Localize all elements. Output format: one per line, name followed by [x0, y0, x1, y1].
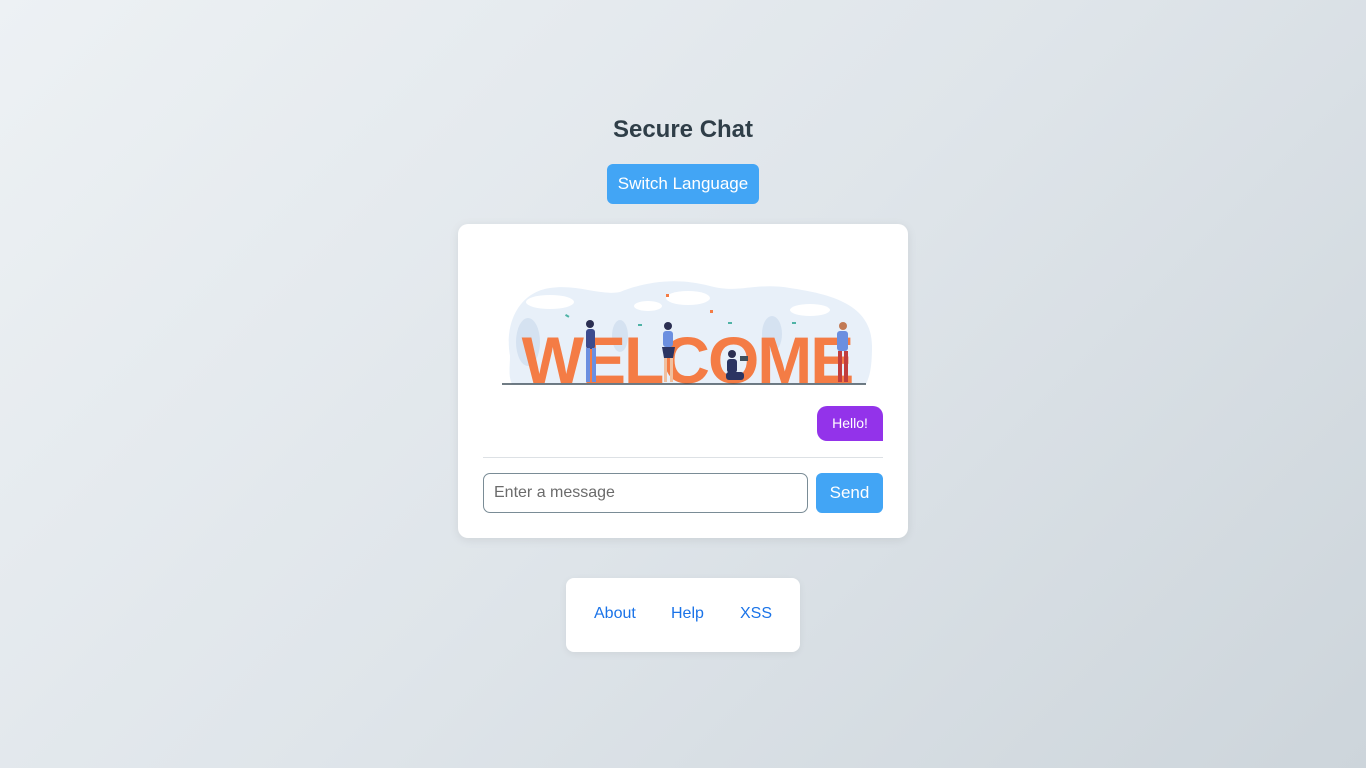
switch-language-button[interactable]: Switch Language	[607, 164, 759, 204]
page-title: Secure Chat	[612, 116, 754, 143]
chat-message-bubble: Hello!	[817, 406, 883, 441]
chat-divider	[483, 457, 883, 458]
footer-link-about[interactable]: About	[594, 604, 636, 624]
footer-link-help[interactable]: Help	[671, 604, 704, 624]
message-input[interactable]	[483, 473, 808, 513]
welcome-illustration: WELCOME	[502, 281, 872, 390]
send-button[interactable]: Send	[816, 473, 883, 513]
footer-link-xss[interactable]: XSS	[740, 604, 772, 624]
welcome-text: WELCOME	[522, 323, 853, 390]
